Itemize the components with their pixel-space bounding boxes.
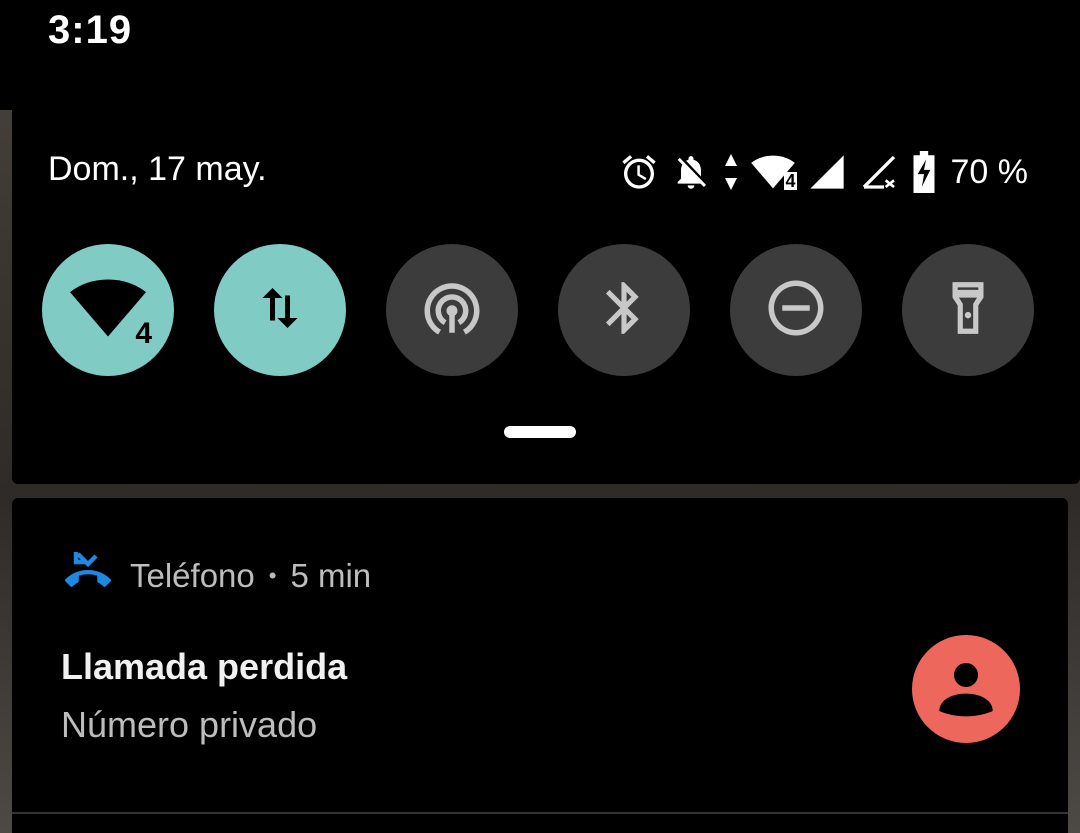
notification-title: Llamada perdida (61, 646, 348, 687)
quick-settings-tiles: 4 (42, 244, 1034, 376)
notification-app-name: Teléfono (130, 557, 255, 594)
data-activity-icon (723, 152, 739, 192)
wifi-icon: 4 (70, 276, 152, 349)
notifications-off-icon (671, 152, 711, 192)
data-arrows-icon (250, 278, 310, 343)
tile-flashlight[interactable] (902, 244, 1034, 376)
missed-call-icon (60, 552, 116, 600)
status-bar (0, 0, 1068, 110)
dnd-icon (763, 275, 829, 346)
battery-percent: 70 % (950, 152, 1029, 191)
next-notification-edge (12, 814, 1068, 833)
avatar (912, 635, 1020, 743)
wifi-badge: 4 (135, 316, 152, 350)
tile-mobile-data[interactable] (214, 244, 346, 376)
notification-text: Número privado (61, 704, 318, 745)
person-icon (934, 655, 998, 724)
flashlight-icon (937, 277, 999, 344)
wifi-badge: 4 (784, 171, 797, 191)
tile-wifi[interactable]: 4 (42, 244, 174, 376)
signal-icon (807, 152, 847, 192)
notification-separator: • (268, 563, 277, 588)
tile-do-not-disturb[interactable] (730, 244, 862, 376)
notification-time: 5 min (290, 557, 372, 594)
wifi-icon: 4 (750, 152, 797, 192)
notification-header: Teléfono • 5 min (60, 552, 371, 600)
alarm-icon (619, 152, 659, 192)
hotspot-icon (419, 275, 485, 346)
clock: 3:19 (48, 8, 133, 52)
bluetooth-icon (593, 277, 655, 344)
battery-charging-icon (911, 151, 937, 193)
tile-bluetooth[interactable] (558, 244, 690, 376)
no-signal-icon (859, 152, 899, 192)
status-icons: 4 70 % (619, 150, 1029, 194)
tile-hotspot[interactable] (386, 244, 518, 376)
notification-card[interactable]: Teléfono • 5 min Llamada perdida Número … (12, 498, 1068, 812)
date-label[interactable]: Dom., 17 may. (48, 150, 267, 189)
expand-handle[interactable] (504, 426, 576, 438)
